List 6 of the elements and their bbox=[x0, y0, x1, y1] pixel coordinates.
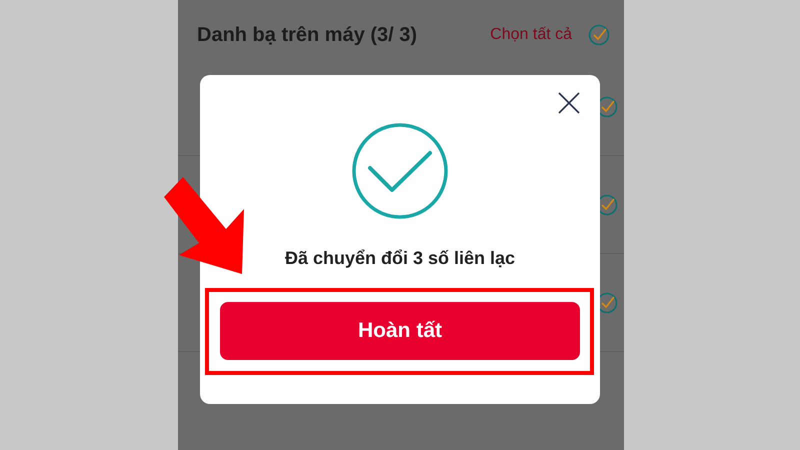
select-all-check-icon[interactable] bbox=[588, 24, 610, 46]
page-title: Danh bạ trên máy (3/ 3) bbox=[197, 23, 418, 48]
success-message: Đã chuyển đổi 3 số liên lạc bbox=[284, 247, 516, 270]
close-icon[interactable] bbox=[558, 91, 580, 113]
done-button[interactable]: Hoàn tất bbox=[220, 302, 580, 360]
success-check-icon bbox=[352, 123, 448, 219]
